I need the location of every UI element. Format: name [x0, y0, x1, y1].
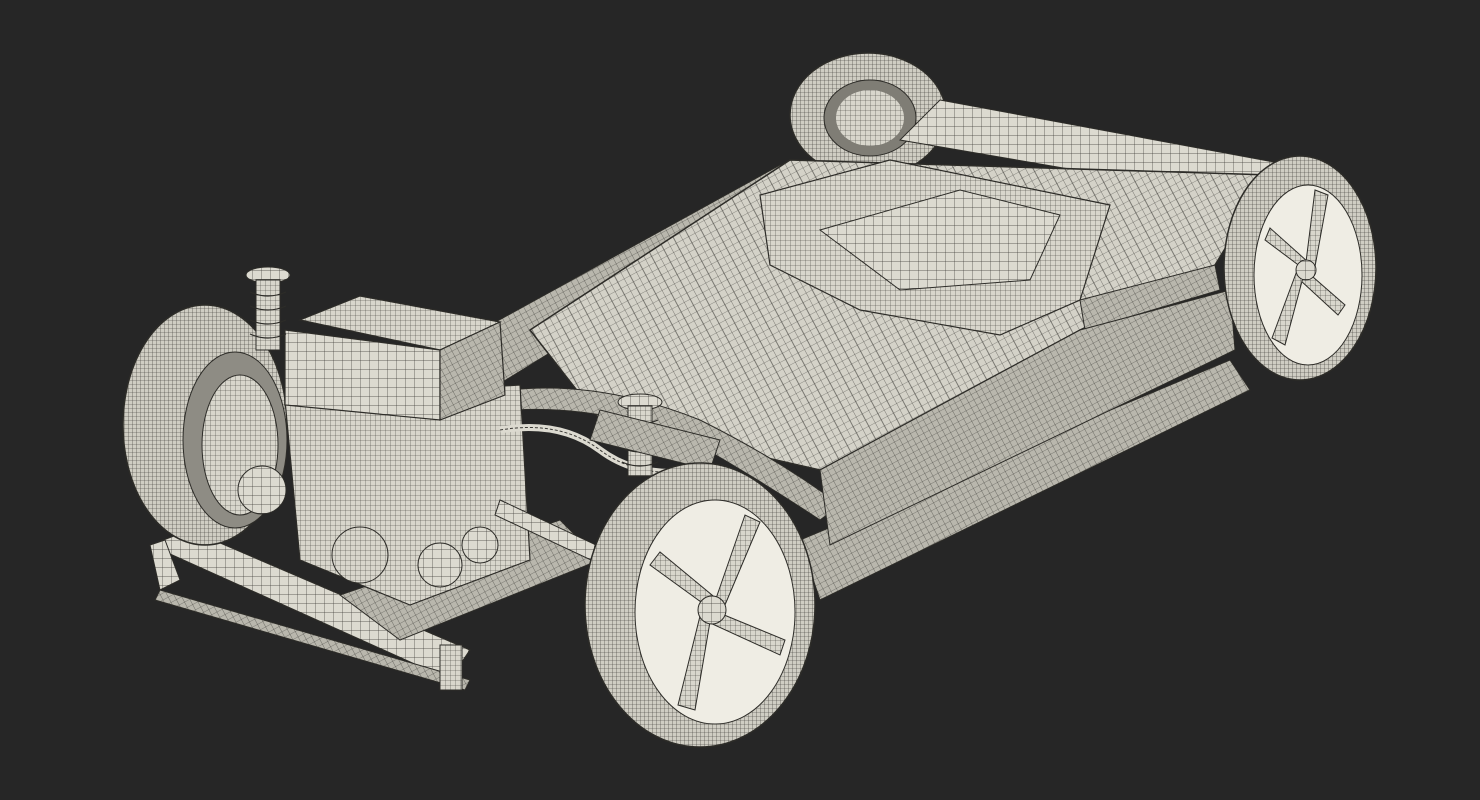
render-viewport — [0, 0, 1480, 800]
front-right-wheel — [584, 462, 816, 748]
rear-right-wheel — [789, 52, 947, 178]
chassis-render — [122, 52, 1377, 748]
rear-left-wheel — [1223, 155, 1377, 381]
battery-pack — [509, 159, 1272, 546]
